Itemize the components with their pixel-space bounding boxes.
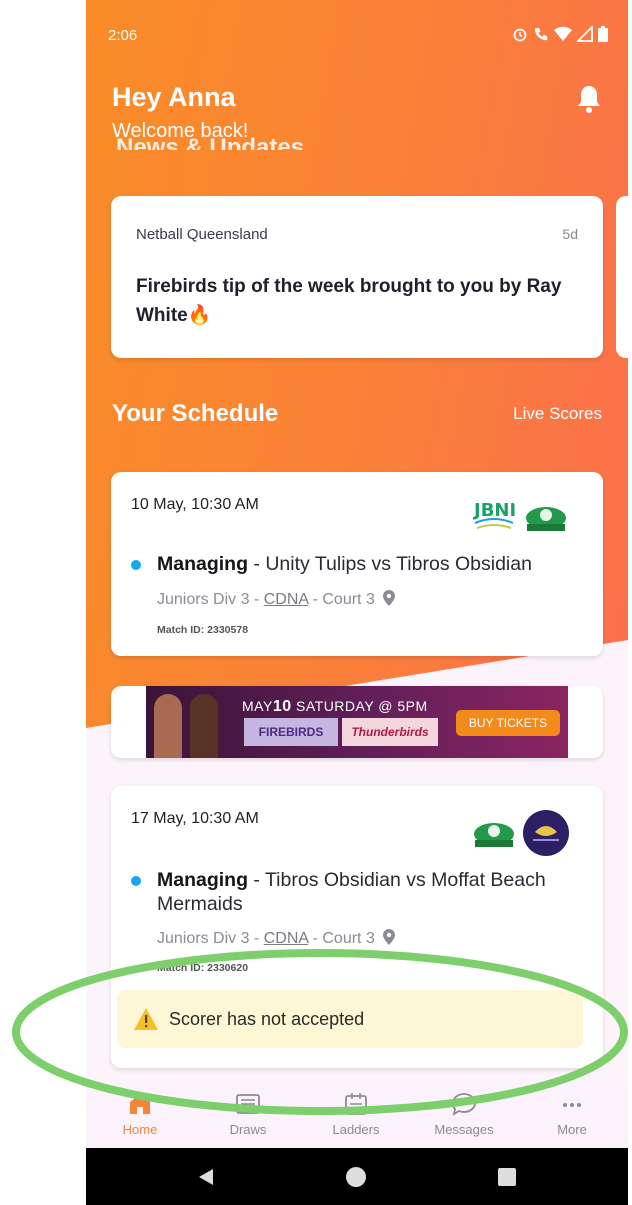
tab-label: Messages <box>434 1122 494 1137</box>
match-title-line: Managing - Tibros Obsidian vs Moffat Bea… <box>131 868 551 916</box>
tab-label: Ladders <box>332 1122 380 1137</box>
news-title: Firebirds tip of the week brought to you… <box>136 276 562 326</box>
ad-banner-card[interactable]: MAY10 SATURDAY @ 5PM FIREBIRDS Thunderbi… <box>111 686 603 758</box>
highlight-ellipse <box>12 949 628 1115</box>
location-pin-icon[interactable] <box>383 929 396 945</box>
ad-team-a: FIREBIRDS <box>244 718 338 746</box>
signal-icon <box>577 26 593 42</box>
news-age: 5d <box>562 226 578 242</box>
ad-team-b: Thunderbirds <box>342 718 438 746</box>
next-news-card[interactable] <box>616 196 628 358</box>
buy-tickets-button[interactable]: BUY TICKETS <box>456 710 560 736</box>
news-source: Netball Queensland <box>136 226 268 243</box>
match-datetime: 17 May, 10:30 AM <box>131 810 259 827</box>
android-nav-bar <box>86 1148 628 1205</box>
back-icon[interactable] <box>196 1167 216 1187</box>
team-logo-unity: JBNI <box>471 492 517 538</box>
match-teams: Unity Tulips vs Tibros Obsidian <box>265 553 532 575</box>
match-datetime: 10 May, 10:30 AM <box>131 496 259 513</box>
call-icon <box>535 28 548 41</box>
news-card[interactable]: Netball Queensland 5d Firebirds tip of t… <box>111 196 603 358</box>
venue-link[interactable]: CDNA <box>264 930 308 947</box>
match-card[interactable]: 10 May, 10:30 AM JBNI Managing - Unity T… <box>111 472 603 656</box>
bell-icon[interactable] <box>576 84 602 114</box>
wifi-icon <box>554 26 572 41</box>
player-image-1 <box>154 694 182 758</box>
firebirds-ad-banner[interactable]: MAY10 SATURDAY @ 5PM FIREBIRDS Thunderbi… <box>146 686 568 758</box>
live-scores-link[interactable]: Live Scores <box>513 404 602 424</box>
home-nav-icon[interactable] <box>345 1166 367 1188</box>
location-pin-icon[interactable] <box>383 590 396 606</box>
status-time: 2:06 <box>108 27 138 44</box>
schedule-title: Your Schedule <box>112 400 279 427</box>
match-venue-line: Juniors Div 3 - CDNA - Court 3 <box>157 590 396 609</box>
match-title-line: Managing - Unity Tulips vs Tibros Obsidi… <box>131 552 581 576</box>
status-icons <box>512 26 608 42</box>
greeting-subtitle: Welcome back! <box>112 120 249 142</box>
team-logo-tibros <box>471 812 517 858</box>
tab-label: More <box>557 1122 587 1137</box>
svg-text:JBNI: JBNI <box>472 500 516 521</box>
status-bar: 2:06 <box>108 24 608 48</box>
team-logo-tibros <box>523 496 569 542</box>
greeting-title: Hey Anna <box>112 82 236 112</box>
match-id: Match ID: 2330578 <box>157 624 249 636</box>
status-dot <box>131 876 141 886</box>
alarm-icon <box>513 28 527 42</box>
match-role: Managing <box>157 869 248 891</box>
tab-label: Draws <box>229 1122 267 1137</box>
status-dot <box>131 560 141 570</box>
player-image-2 <box>190 694 218 758</box>
ad-date: MAY10 SATURDAY @ 5PM <box>242 698 428 715</box>
match-venue-line: Juniors Div 3 - CDNA - Court 3 <box>157 929 396 948</box>
recents-icon[interactable] <box>498 1168 516 1186</box>
team-logo-moffat <box>523 810 569 856</box>
battery-icon <box>598 26 608 42</box>
venue-link[interactable]: CDNA <box>264 591 308 608</box>
tab-label: Home <box>122 1122 158 1137</box>
match-role: Managing <box>157 553 248 575</box>
